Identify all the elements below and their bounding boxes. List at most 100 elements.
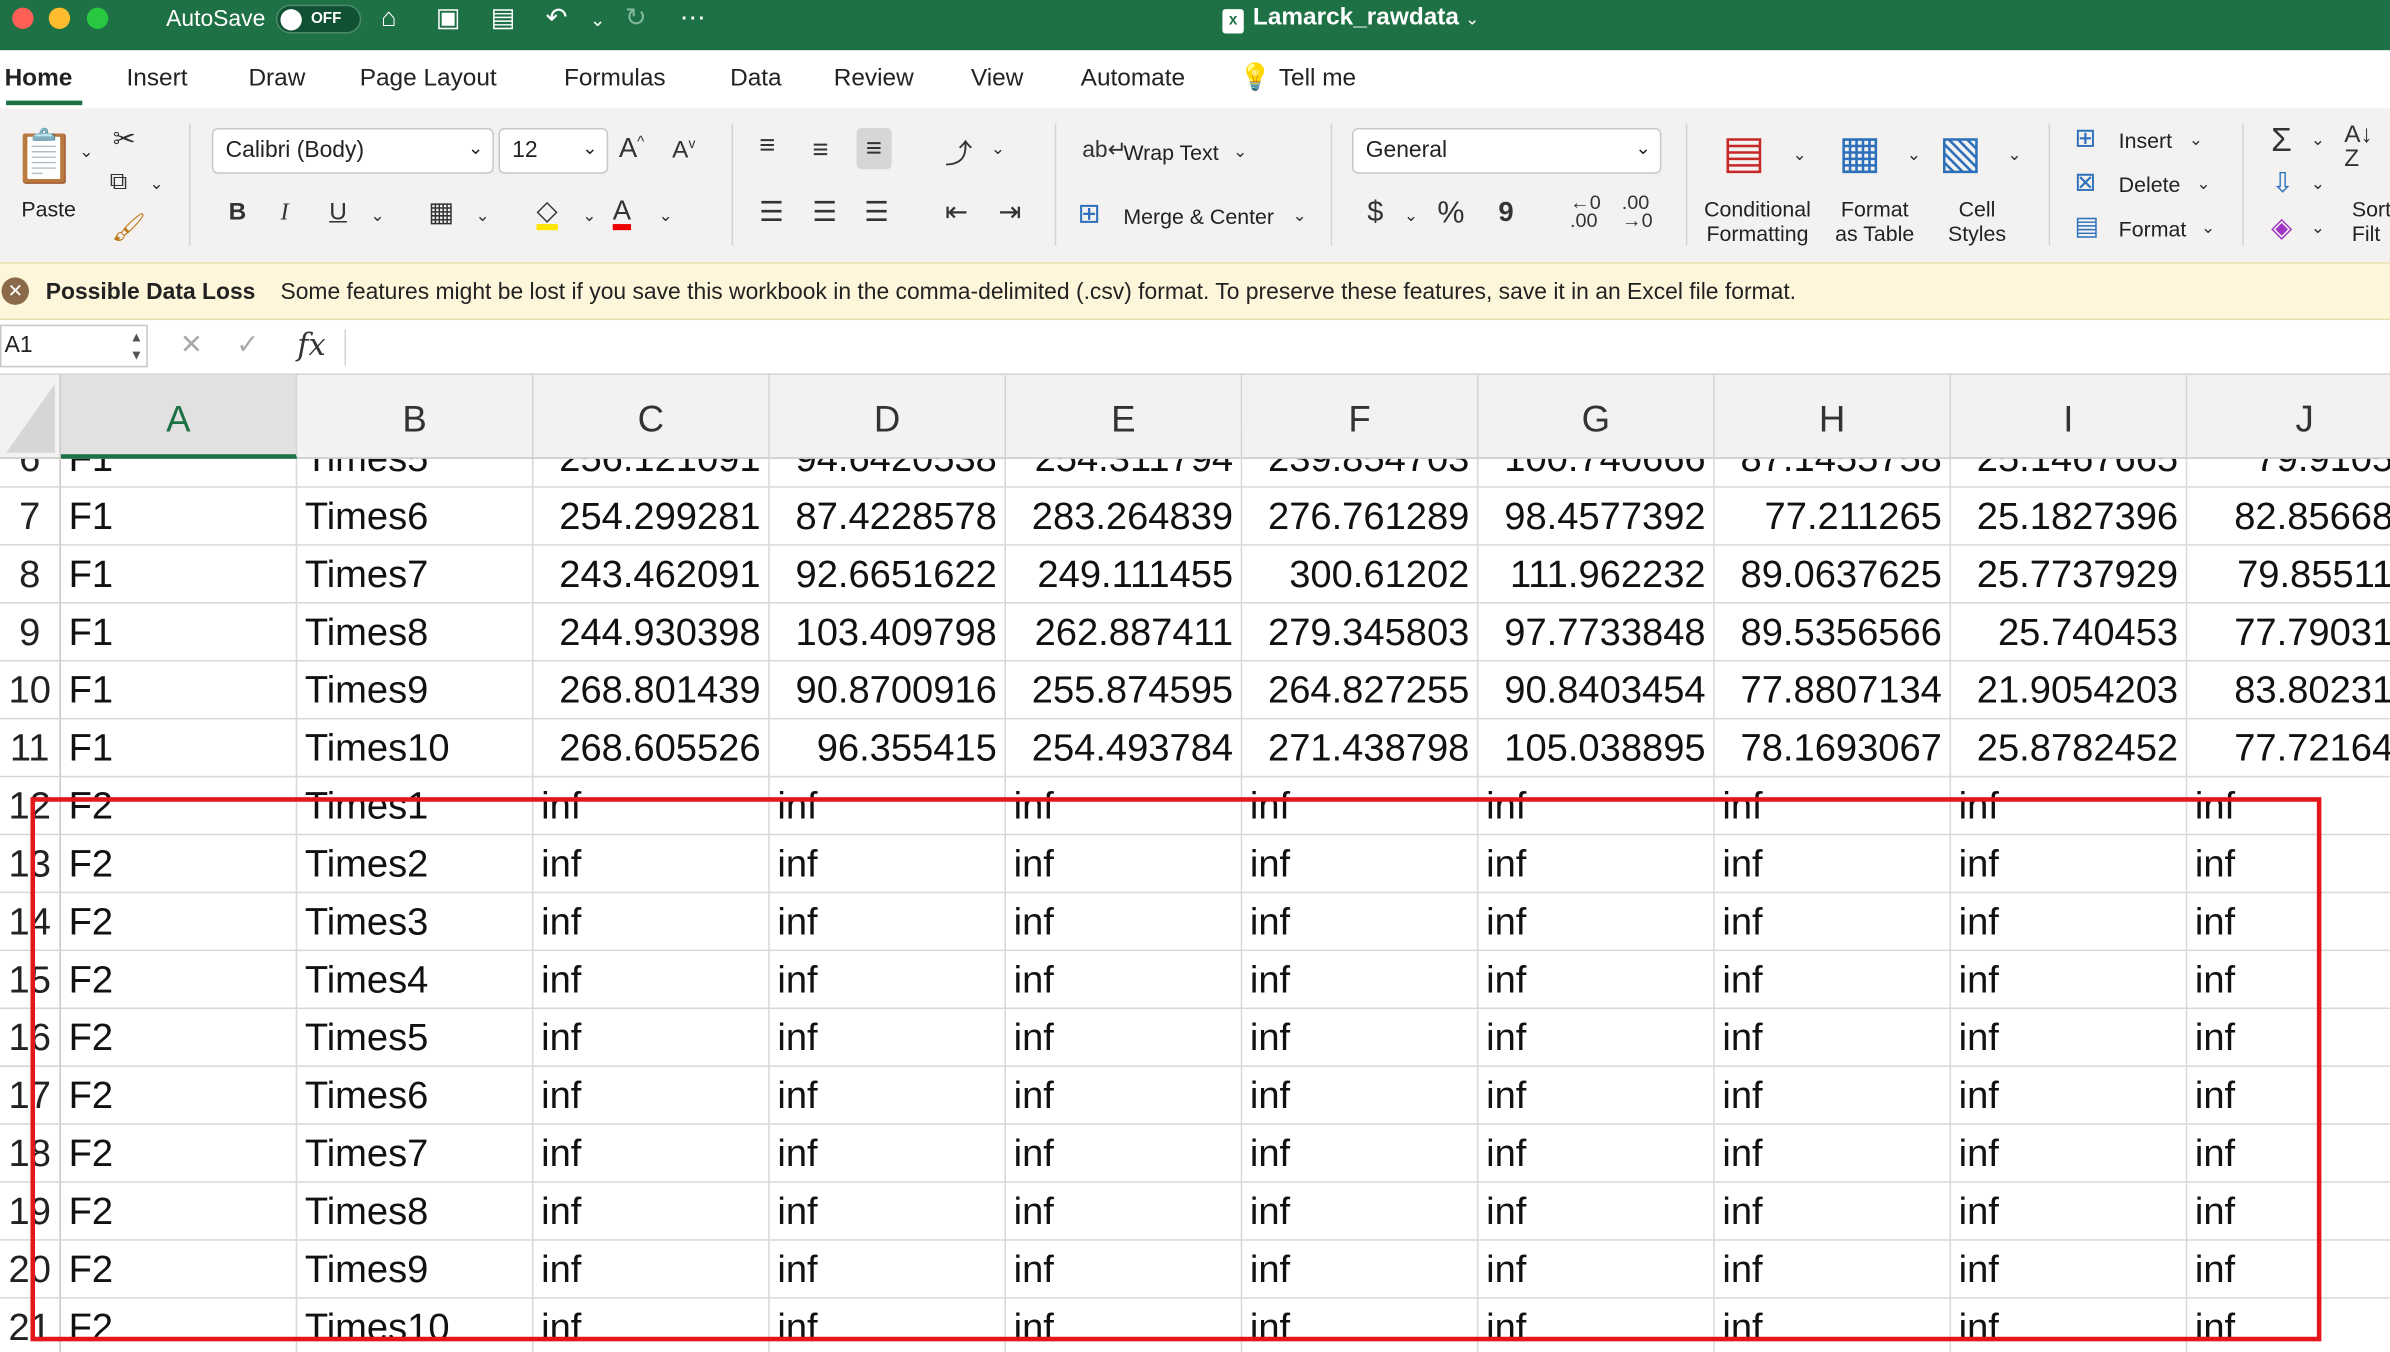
decrease-font-size-icon[interactable]: Av (672, 136, 695, 165)
format-as-table-icon[interactable]: ▦ (1838, 127, 1881, 180)
cell-i7[interactable]: 25.1827396 (1951, 487, 2188, 546)
minimize-window-button[interactable] (48, 7, 71, 29)
cell-e20[interactable]: inf (1005, 1240, 1243, 1299)
cell-c18[interactable]: inf (533, 1124, 770, 1183)
align-top-icon[interactable]: ≡ (759, 130, 775, 162)
cell-b21[interactable]: Times10 (297, 1298, 534, 1352)
orientation-dropdown-chevron-icon[interactable]: ⌄ (991, 139, 1005, 158)
cell-i21[interactable]: inf (1951, 1298, 2188, 1352)
cell-c12[interactable]: inf (533, 777, 770, 836)
decrease-decimal-icon[interactable]: .00 →0 (1622, 192, 1653, 231)
cell-g14[interactable]: inf (1478, 893, 1715, 952)
wrap-text-chevron-icon[interactable]: ⌄ (1233, 142, 1247, 161)
cell-h15[interactable]: inf (1714, 951, 1952, 1010)
cell-j18[interactable]: inf (2187, 1125, 2390, 1183)
cell-i20[interactable]: inf (1951, 1240, 2188, 1299)
cell-a14[interactable]: F2 (60, 893, 298, 952)
fill-icon[interactable]: ⇩ (2271, 168, 2294, 200)
format-as-table-chevron-icon[interactable]: ⌄ (1907, 145, 1921, 164)
cell-c7[interactable]: 254.299281 (533, 487, 770, 546)
zoom-window-button[interactable] (86, 7, 109, 29)
percent-button[interactable]: % (1437, 197, 1464, 232)
cell-b7[interactable]: Times6 (297, 487, 534, 546)
currency-button[interactable]: $ (1367, 197, 1383, 231)
cell-e17[interactable]: inf (1005, 1066, 1243, 1125)
cell-h19[interactable]: inf (1714, 1182, 1952, 1241)
align-right-icon[interactable]: ☰ (864, 197, 889, 229)
increase-indent-icon[interactable]: ⇥ (998, 197, 1021, 229)
cell-f17[interactable]: inf (1242, 1066, 1479, 1125)
cell-h14[interactable]: inf (1714, 893, 1952, 952)
cell-g15[interactable]: inf (1478, 951, 1715, 1010)
cell-g11[interactable]: 105.038895 (1478, 719, 1715, 778)
cell-c19[interactable]: inf (533, 1182, 770, 1241)
cell-g20[interactable]: inf (1478, 1240, 1715, 1299)
undo-dropdown-chevron-icon[interactable]: ⌄ (590, 9, 605, 30)
cell-d12[interactable]: inf (769, 777, 1006, 836)
tab-page-layout[interactable]: Page Layout (360, 66, 497, 93)
cell-c10[interactable]: 268.801439 (533, 661, 770, 720)
merge-center-icon[interactable]: ⊞ (1078, 198, 1101, 230)
cell-e9[interactable]: 262.887411 (1005, 603, 1243, 662)
row-header-18[interactable]: 18 (0, 1124, 61, 1183)
column-header-h[interactable]: H (1714, 374, 1952, 459)
format-as-table-button[interactable]: Format as Table (1835, 197, 1914, 246)
cell-b11[interactable]: Times10 (297, 719, 534, 778)
cell-f15[interactable]: inf (1242, 951, 1479, 1010)
cell-h8[interactable]: 89.0637625 (1714, 545, 1952, 604)
column-header-e[interactable]: E (1005, 374, 1243, 459)
cell-e12[interactable]: inf (1005, 777, 1243, 836)
column-header-c[interactable]: C (533, 374, 770, 459)
cell-i14[interactable]: inf (1951, 893, 2188, 952)
cell-d17[interactable]: inf (769, 1066, 1006, 1125)
cell-e7[interactable]: 283.264839 (1005, 487, 1243, 546)
fill-color-icon[interactable]: ◇ (536, 197, 558, 231)
conditional-formatting-icon[interactable]: ▤ (1722, 127, 1765, 180)
cell-b16[interactable]: Times5 (297, 1009, 534, 1067)
cell-f11[interactable]: 271.438798 (1242, 719, 1479, 778)
fill-color-dropdown-chevron-icon[interactable]: ⌄ (582, 206, 596, 225)
column-header-d[interactable]: D (769, 374, 1006, 459)
column-header-a[interactable]: A (60, 374, 298, 459)
cell-f8[interactable]: 300.61202 (1242, 545, 1479, 604)
decrease-indent-icon[interactable]: ⇤ (945, 197, 968, 229)
cell-c17[interactable]: inf (533, 1066, 770, 1125)
column-header-f[interactable]: F (1242, 374, 1479, 459)
tab-data[interactable]: Data (730, 66, 782, 93)
cell-h18[interactable]: inf (1714, 1124, 1952, 1183)
row-header-20[interactable]: 20 (0, 1240, 61, 1299)
wrap-text-button[interactable]: Wrap Text (1123, 140, 1218, 164)
cell-h13[interactable]: inf (1714, 835, 1952, 894)
merge-center-button[interactable]: Merge & Center (1123, 204, 1274, 228)
cell-i13[interactable]: inf (1951, 835, 2188, 894)
cell-h17[interactable]: inf (1714, 1066, 1952, 1125)
row-header-17[interactable]: 17 (0, 1066, 61, 1125)
autosum-icon[interactable]: Σ (2271, 120, 2292, 160)
cell-b8[interactable]: Times7 (297, 545, 534, 604)
cut-icon[interactable]: ✂ (113, 123, 136, 155)
cell-j15[interactable]: inf (2187, 951, 2390, 1010)
cell-c14[interactable]: inf (533, 893, 770, 952)
align-left-icon[interactable]: ☰ (759, 197, 784, 229)
underline-button[interactable]: U (329, 200, 347, 227)
cell-a12[interactable]: F2 (60, 777, 298, 836)
format-chevron-icon[interactable]: ⌄ (2201, 218, 2215, 237)
cell-d14[interactable]: inf (769, 893, 1006, 952)
clipboard-icon[interactable]: 📋 (12, 127, 77, 188)
delete-cells-button[interactable]: Delete (2119, 172, 2181, 196)
cell-h11[interactable]: 78.1693067 (1714, 719, 1952, 778)
cell-c9[interactable]: 244.930398 (533, 603, 770, 662)
row-header-16[interactable]: 16 (0, 1009, 61, 1067)
cell-j14[interactable]: inf (2187, 893, 2390, 952)
cell-i16[interactable]: inf (1951, 1009, 2188, 1067)
tab-draw[interactable]: Draw (248, 66, 305, 93)
close-warning-icon[interactable]: ✕ (1, 277, 29, 305)
cell-h21[interactable]: inf (1715, 1298, 1952, 1352)
insert-function-button[interactable]: fx (297, 326, 325, 363)
paste-dropdown-chevron-icon[interactable]: ⌄ (79, 142, 93, 161)
fill-chevron-icon[interactable]: ⌄ (2311, 174, 2325, 193)
cell-g7[interactable]: 98.4577392 (1478, 487, 1715, 546)
cell-b17[interactable]: Times6 (297, 1066, 534, 1125)
cell-e15[interactable]: inf (1005, 951, 1243, 1010)
copy-icon[interactable]: ⧉ (110, 169, 127, 196)
